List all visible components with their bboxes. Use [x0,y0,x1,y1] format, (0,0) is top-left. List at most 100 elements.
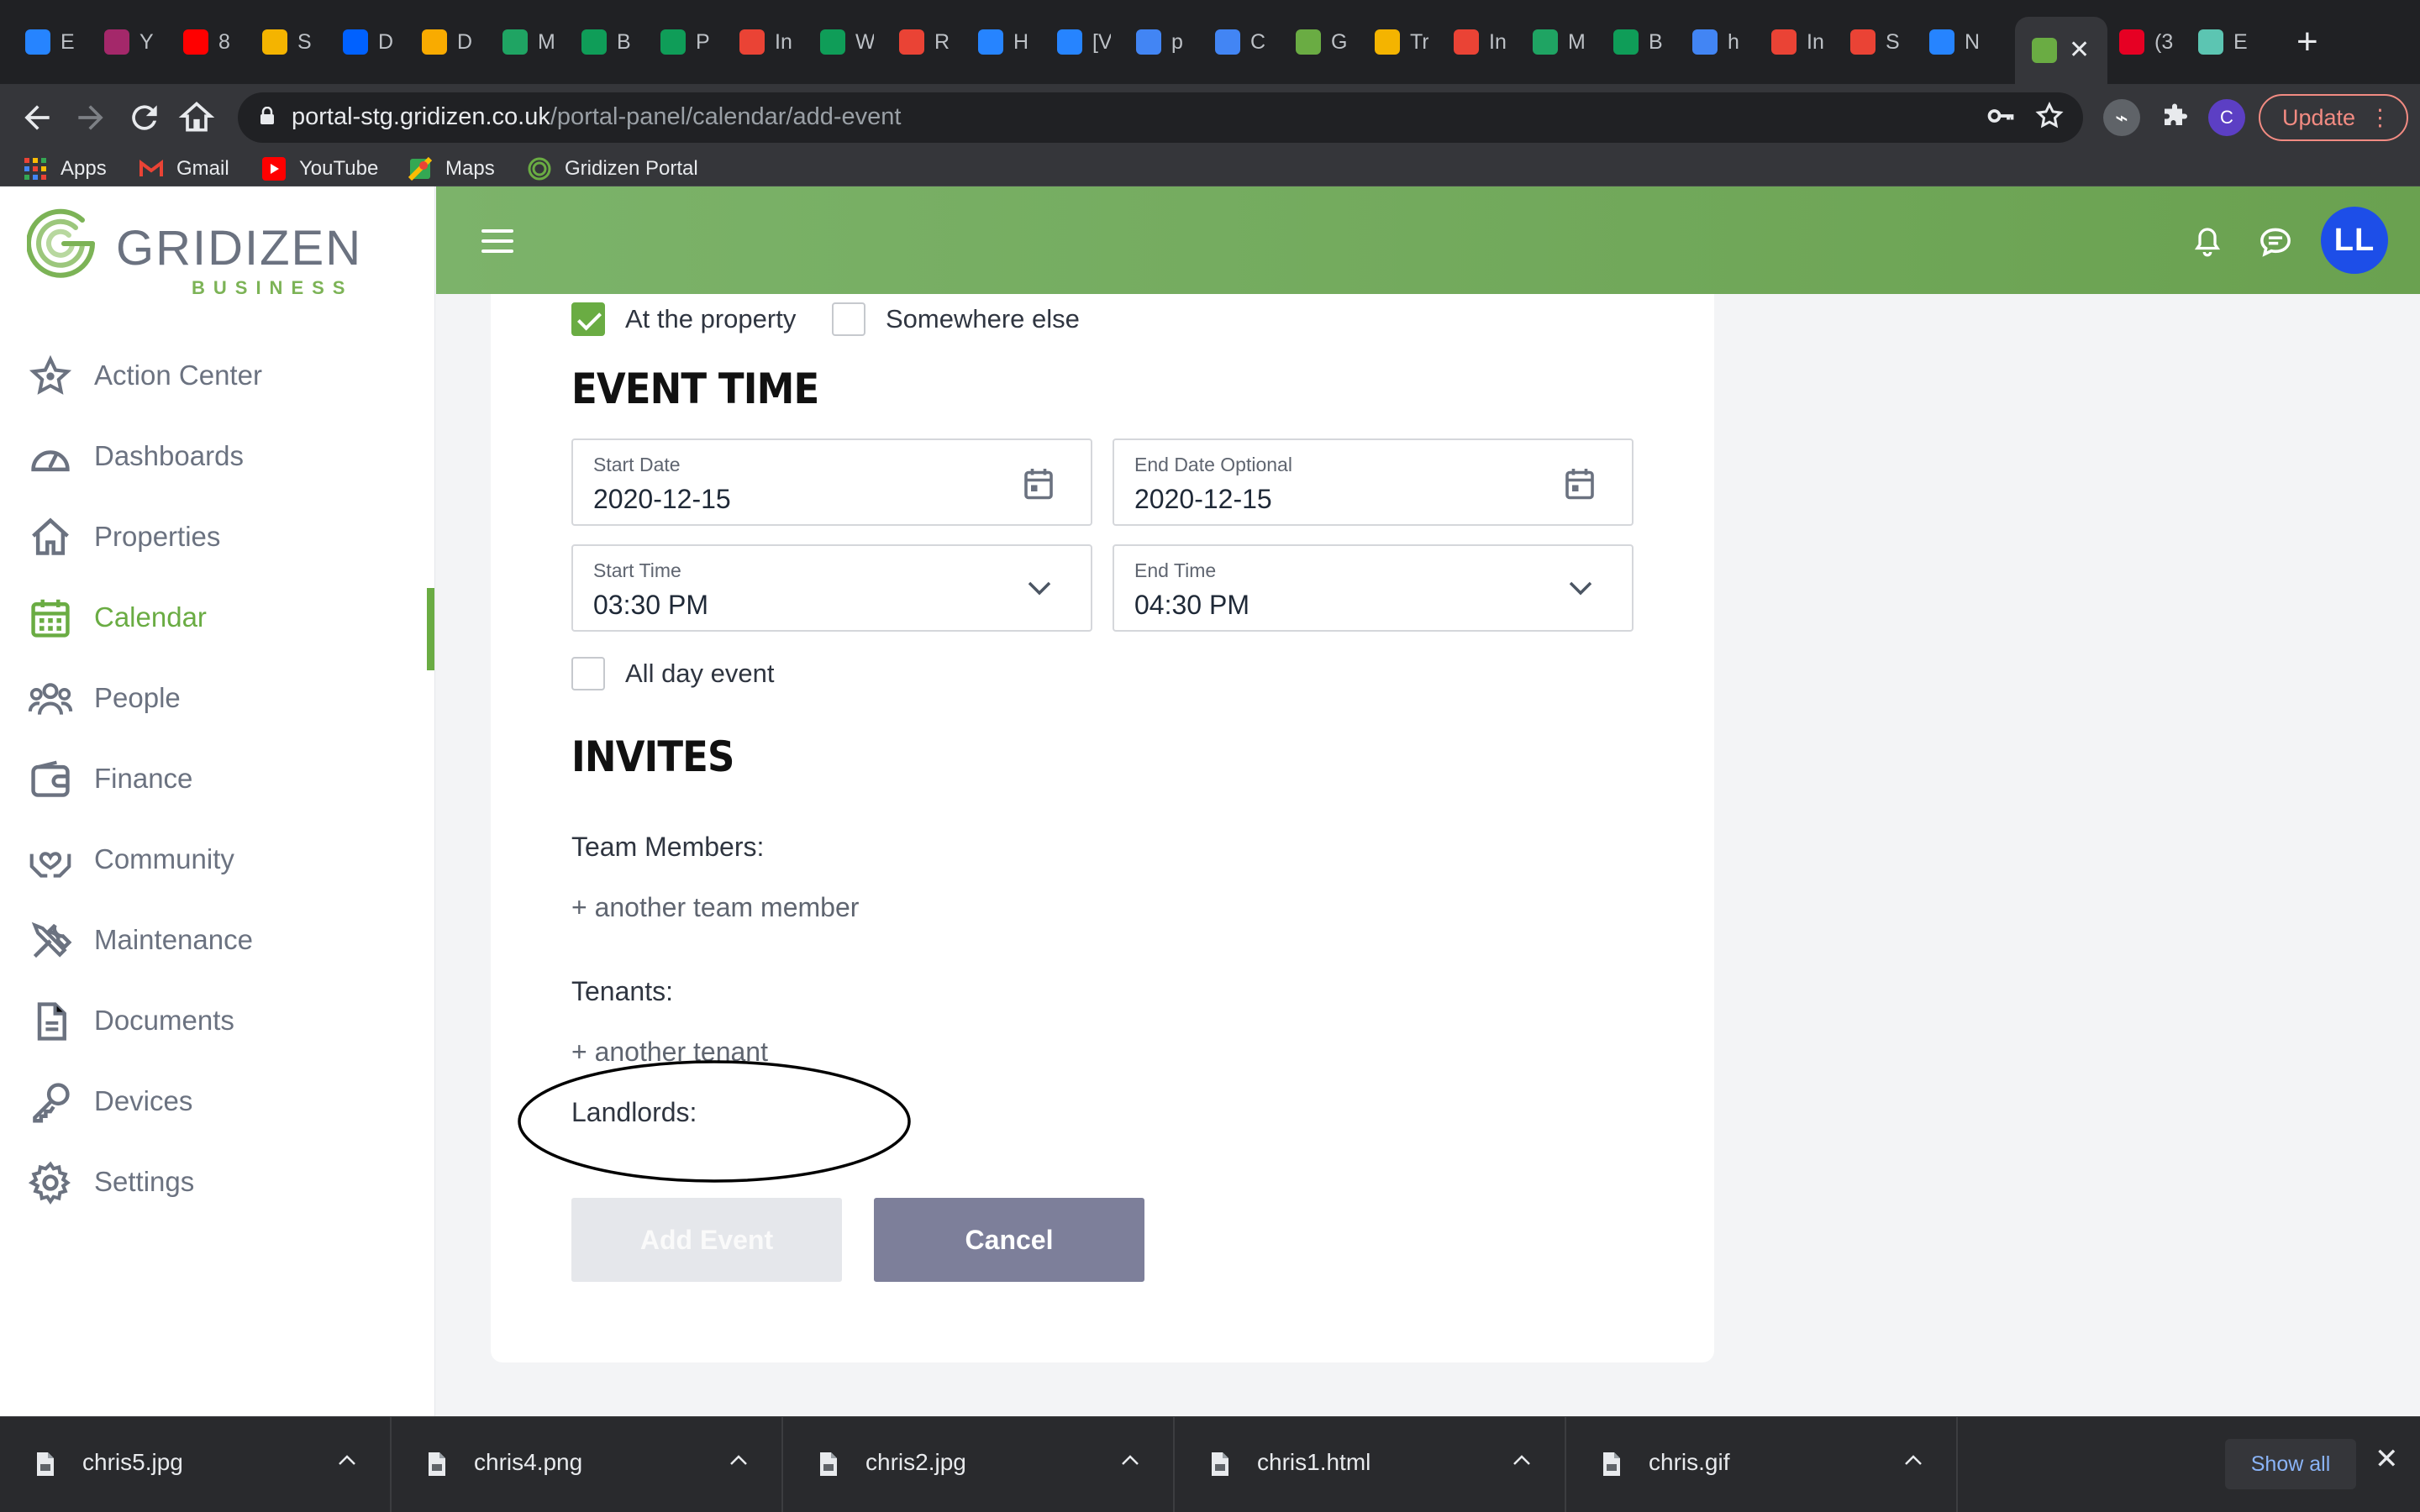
browser-tab[interactable]: D [422,20,476,64]
user-avatar[interactable]: LL [2321,207,2388,274]
sidebar-item-community[interactable]: Community [0,825,435,892]
browser-tab[interactable]: In [1454,20,1507,64]
add-team-member-link[interactable]: + another team member [571,892,859,923]
gridizen-logo[interactable]: GRIDIZEN BUSINESS [27,202,360,298]
browser-tab[interactable]: 8 [183,20,237,64]
chat-icon[interactable] [2258,225,2293,259]
tab-title: 8 [218,29,230,54]
browser-tab[interactable]: P [660,20,714,64]
browser-tab[interactable]: R [899,20,953,64]
brand-subtitle: BUSINESS [192,277,354,298]
cancel-button[interactable]: Cancel [874,1198,1144,1282]
team-members-label: Team Members: [571,832,765,862]
calendar-picker-icon[interactable] [1023,467,1054,501]
notification-bell-icon[interactable] [2192,225,2223,259]
extension-icon[interactable]: ⌁ [2103,99,2140,136]
bookmark-youtube[interactable]: YouTube [262,155,378,183]
home-icon[interactable] [178,99,215,136]
add-event-button[interactable]: Add Event [571,1198,842,1282]
browser-tab[interactable]: h [1692,20,1746,64]
browser-tab[interactable]: S [262,20,316,64]
download-item[interactable]: chris.gif [1566,1417,1958,1512]
download-item[interactable]: chris4.png [392,1417,783,1512]
puzzle-icon[interactable] [2156,99,2193,136]
tab-title: R [934,29,950,54]
browser-tab[interactable]: p [1136,20,1190,64]
start-date-label: Start Date [593,454,681,475]
end-time-select[interactable]: End Time 04:30 PM [1113,544,1634,632]
at-property-checkbox[interactable] [571,302,605,336]
address-bar[interactable]: portal-stg.gridizen.co.uk/portal-panel/c… [238,92,2083,143]
sidebar-item-documents[interactable]: Documents [0,986,435,1053]
chevron-up-icon[interactable] [338,1454,356,1466]
sidebar-item-devices[interactable]: Devices [0,1067,435,1134]
bookmark-gridizen-portal[interactable]: Gridizen Portal [528,155,698,183]
profile-avatar[interactable]: C [2208,99,2245,136]
sidebar-item-calendar[interactable]: Calendar [0,583,435,650]
reload-icon[interactable] [126,99,163,136]
download-item[interactable]: chris5.jpg [0,1417,392,1512]
calendar-picker-icon[interactable] [1565,467,1595,501]
tab-title: (3 [2154,29,2173,54]
browser-tab[interactable]: In [739,20,793,64]
bookmarks-bar: Apps Gmail YouTube Maps Gridizen Portal [0,151,2420,186]
start-time-select[interactable]: Start Time 03:30 PM [571,544,1092,632]
browser-tab[interactable]: (3 [2119,20,2173,64]
browser-tab[interactable]: G [1296,20,1349,64]
download-item[interactable]: chris2.jpg [783,1417,1175,1512]
bookmark-star-icon[interactable] [2034,99,2065,139]
browser-tab[interactable]: B [1613,20,1667,64]
browser-tab[interactable]: M [502,20,556,64]
download-item[interactable]: chris1.html [1175,1417,1566,1512]
bookmark-apps[interactable]: Apps [24,155,107,183]
browser-tab[interactable]: C [1215,20,1269,64]
browser-tab-active[interactable]: ✕ [2015,17,2107,84]
close-downloads-icon[interactable]: ✕ [2375,1442,2399,1476]
house-icon [32,517,69,555]
sidebar-item-action-center[interactable]: Action Center [0,341,435,408]
chevron-up-icon[interactable] [729,1454,748,1466]
sidebar-item-people[interactable]: People [0,664,435,731]
browser-tab[interactable]: In [1771,20,1825,64]
tab-title: G [1331,29,1348,54]
chrome-update-button[interactable]: Update ⋮ [2259,94,2408,141]
forward-icon[interactable] [72,99,109,136]
tab-title: In [1807,29,1824,54]
sidebar-item-dashboards[interactable]: Dashboards [0,422,435,489]
kebab-menu-icon: ⋮ [2369,105,2391,130]
browser-tab[interactable]: E [2198,20,2252,64]
browser-tab[interactable]: [V [1057,20,1111,64]
browser-tab[interactable]: B [581,20,635,64]
browser-tab[interactable]: D [343,20,397,64]
browser-tab[interactable]: N [1929,20,1983,64]
start-date-field[interactable]: Start Date 2020-12-15 [571,438,1092,526]
tab-title: S [297,29,312,54]
chevron-up-icon[interactable] [1121,1454,1139,1466]
password-key-icon[interactable] [1986,99,2016,139]
browser-tab[interactable]: M [1533,20,1586,64]
back-icon[interactable] [18,99,55,136]
chevron-up-icon[interactable] [1904,1454,1923,1466]
tab-close-icon[interactable]: ✕ [2069,38,2090,63]
sidebar-item-settings[interactable]: Settings [0,1147,435,1215]
sidebar-item-maintenance[interactable]: Maintenance [0,906,435,973]
hamburger-menu-icon[interactable] [481,229,513,253]
browser-tab[interactable]: Y [104,20,158,64]
somewhere-else-checkbox[interactable] [832,302,865,336]
event-time-heading: EVENT TIME [571,365,819,413]
browser-tab[interactable]: H [978,20,1032,64]
browser-tab[interactable]: S [1850,20,1904,64]
browser-tab[interactable]: Tr [1375,20,1428,64]
new-tab-button[interactable]: + [2296,24,2318,60]
sidebar-item-properties[interactable]: Properties [0,502,435,570]
bookmark-gmail[interactable]: Gmail [139,155,229,183]
chevron-up-icon[interactable] [1512,1454,1531,1466]
show-all-downloads-button[interactable]: Show all [2225,1439,2356,1489]
sidebar-item-label: Devices [94,1085,193,1116]
all-day-checkbox[interactable] [571,657,605,690]
browser-tab[interactable]: E [25,20,79,64]
bookmark-maps[interactable]: Maps [408,155,495,183]
end-date-field[interactable]: End Date Optional 2020-12-15 [1113,438,1634,526]
sidebar-item-finance[interactable]: Finance [0,744,435,811]
browser-tab[interactable]: W [820,20,874,64]
